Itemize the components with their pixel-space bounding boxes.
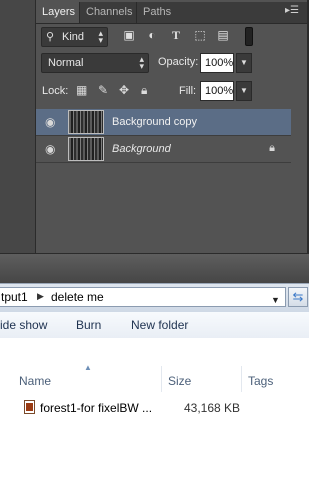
chevron-right-icon[interactable]: ▶ [37,291,44,302]
stepper-arrows-icon: ▴ ▾ [139,54,144,71]
layer-name: Background copy [112,116,197,128]
type-filter-icon[interactable]: T [170,29,182,41]
slide-show-button[interactable]: ide show [0,318,47,332]
tab-channels[interactable]: Channels [80,2,136,23]
panel-edge [307,0,309,253]
blend-mode-select[interactable]: Normal ▴ ▾ [41,53,149,73]
opacity-dropdown-button[interactable]: ▼ [236,53,252,73]
layer-name: Background [112,143,171,155]
layer-row-background-copy[interactable]: ◉ Background copy [36,109,291,136]
command-bar: ide show Burn New folder [0,312,309,339]
tools-gutter [0,0,36,253]
lock-all-icon[interactable]: 🔒︎ [141,84,147,96]
address-bar-row: tput1 ▶ delete me ▼ ⇆ [0,283,309,313]
column-divider[interactable] [161,366,162,392]
kind-label: Kind [62,31,85,43]
fill-input[interactable]: 100% [200,81,234,101]
file-list-item[interactable]: forest1-for fixelBW ... 43,168 KB [18,398,309,420]
eye-visibility-icon[interactable]: ◉ [45,142,59,156]
menu-lines-icon[interactable]: ▸☰ [285,5,299,16]
breadcrumb-delete-me[interactable]: delete me [51,290,104,304]
column-header-size[interactable]: Size [168,374,191,400]
pixel-filter-icon[interactable]: ▣ [123,29,135,41]
fill-label: Fill: [179,85,197,97]
smart-object-filter-icon[interactable]: ▤ [217,29,229,41]
fill-dropdown-button[interactable]: ▼ [236,81,252,101]
window-frame-dark [0,253,309,284]
new-folder-button[interactable]: New folder [131,318,188,332]
lock-icon: 🔒︎ [269,142,275,154]
chevron-down-icon[interactable]: ▼ [271,295,280,305]
panel-tabs: Layers Channels Paths ▸☰ [36,2,307,24]
address-bar[interactable]: tput1 ▶ delete me ▼ [0,287,286,307]
breadcrumb-output1[interactable]: tput1 [1,290,28,304]
lock-label: Lock: [42,85,69,97]
opacity-label: Opacity: [158,56,199,68]
lock-position-move-icon[interactable]: ✥ [119,84,129,96]
kind-filter-select[interactable]: ⚲ Kind ▴ ▾ [41,27,108,47]
lock-row: Lock: ▦ ✎ ✥ 🔒︎ Fill: 100% ▼ [36,81,307,103]
burn-button[interactable]: Burn [76,318,101,332]
opacity-input[interactable]: 100% [200,53,234,73]
blend-row: Normal ▴ ▾ Opacity: 100% ▼ [36,53,307,75]
refresh-icon[interactable]: ⇆ [288,287,308,307]
adjustment-filter-icon[interactable]: ◐ [146,29,158,41]
file-size: 43,168 KB [184,401,241,415]
blend-mode-value: Normal [48,57,84,69]
lock-transparent-icon[interactable]: ▦ [76,84,87,96]
content-area-top [0,338,309,364]
sort-ascending-icon: ▲ [84,363,92,372]
image-file-icon [24,400,35,414]
filter-row: ⚲ Kind ▴ ▾ ▣ ◐ T ⬚ ▤ [36,25,307,49]
layer-row-background[interactable]: ◉ Background 🔒︎ [36,136,291,163]
tab-paths[interactable]: Paths [136,2,182,23]
search-icon: ⚲ [46,31,55,43]
column-header-tags[interactable]: Tags [248,374,273,400]
column-divider[interactable] [241,366,242,392]
layer-thumbnail [68,110,104,134]
column-header-name[interactable]: Name [19,374,51,400]
file-name: forest1-for fixelBW ... [40,401,153,415]
layer-thumbnail [68,137,104,161]
lock-image-brush-icon[interactable]: ✎ [98,84,108,96]
stepper-arrows-icon: ▴ ▾ [98,28,103,45]
eye-visibility-icon[interactable]: ◉ [45,115,59,129]
shape-filter-icon[interactable]: ⬚ [194,29,206,41]
filter-toggle-switch[interactable] [245,27,253,46]
tab-layers[interactable]: Layers [36,2,80,23]
